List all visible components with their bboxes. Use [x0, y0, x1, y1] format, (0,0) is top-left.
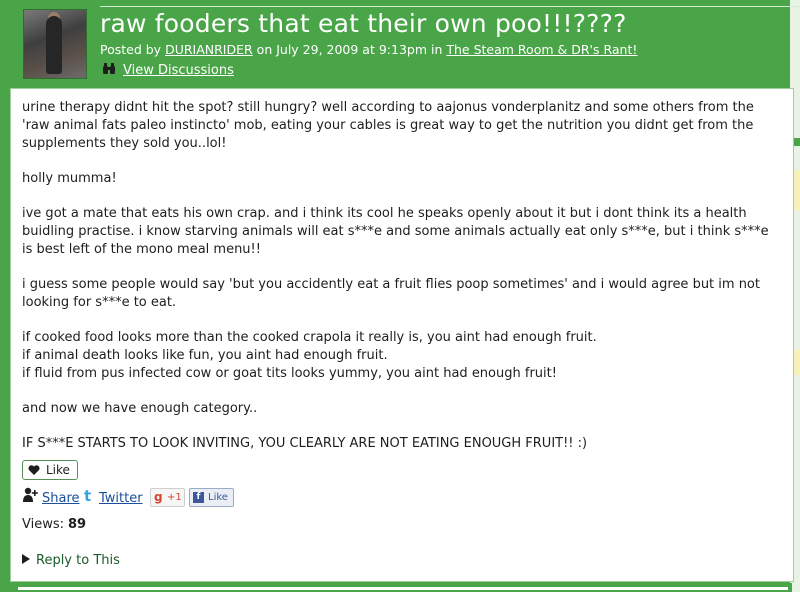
post-content: urine therapy didnt hit the spot? still … — [10, 88, 794, 582]
forum-link[interactable]: The Steam Room & DR's Rant! — [446, 42, 637, 57]
view-discussions[interactable]: View Discussions — [102, 63, 234, 78]
post-header: raw fooders that eat their own poo!!!???… — [10, 0, 800, 86]
meta-date: on July 29, 2009 at 9:13pm in — [252, 42, 447, 57]
like-label: Like — [46, 463, 70, 477]
twitter-link[interactable]: Twitter — [99, 491, 143, 506]
post-body: urine therapy didnt hit the spot? still … — [11, 89, 793, 453]
triangle-right-icon — [22, 554, 30, 564]
like-button[interactable]: Like — [22, 460, 78, 480]
post-paragraph: holly mumma! — [22, 171, 117, 186]
share-link[interactable]: Share — [42, 491, 80, 506]
binoculars-icon — [103, 63, 115, 74]
views-count: 89 — [68, 517, 87, 532]
view-count: Views: 89 — [22, 517, 86, 532]
google-plus-button[interactable]: g +1 — [150, 488, 185, 507]
google-plus-icon: g — [154, 490, 163, 504]
google-plus-label: +1 — [167, 492, 182, 503]
view-discussions-link[interactable]: View Discussions — [123, 63, 234, 78]
share-icon — [23, 487, 38, 502]
post-paragraph: and now we have enough category.. — [22, 401, 258, 416]
post-title: raw fooders that eat their own poo!!!???… — [100, 9, 627, 38]
author-avatar[interactable] — [23, 9, 87, 79]
twitter-icon: t — [84, 487, 92, 505]
post-paragraph: if fluid from pus infected cow or goat t… — [22, 366, 557, 381]
facebook-like-button[interactable]: f Like — [189, 488, 234, 507]
post-paragraph: if cooked food looks more than the cooke… — [22, 330, 597, 345]
next-post-edge — [18, 587, 788, 590]
post-paragraph: urine therapy didnt hit the spot? still … — [22, 100, 754, 151]
reply-label: Reply to This — [36, 553, 120, 568]
left-green-rail — [0, 0, 10, 592]
heart-icon — [28, 465, 40, 475]
author-link[interactable]: DURIANRIDER — [165, 42, 253, 57]
facebook-icon: f — [193, 492, 204, 503]
views-label: Views: — [22, 517, 65, 532]
post-paragraph: IF S***E STARTS TO LOOK INVITING, YOU CL… — [22, 436, 588, 451]
post-paragraph: if animal death looks like fun, you aint… — [22, 348, 388, 363]
reply-to-this[interactable]: Reply to This — [22, 553, 120, 568]
post-paragraph: i guess some people would say 'but you a… — [22, 277, 760, 310]
facebook-like-label: Like — [208, 492, 228, 503]
post-paragraph: ive got a mate that eats his own crap. a… — [22, 206, 769, 257]
meta-prefix: Posted by — [100, 42, 166, 57]
post-meta: Posted by DURIANRIDER on July 29, 2009 a… — [100, 42, 637, 57]
